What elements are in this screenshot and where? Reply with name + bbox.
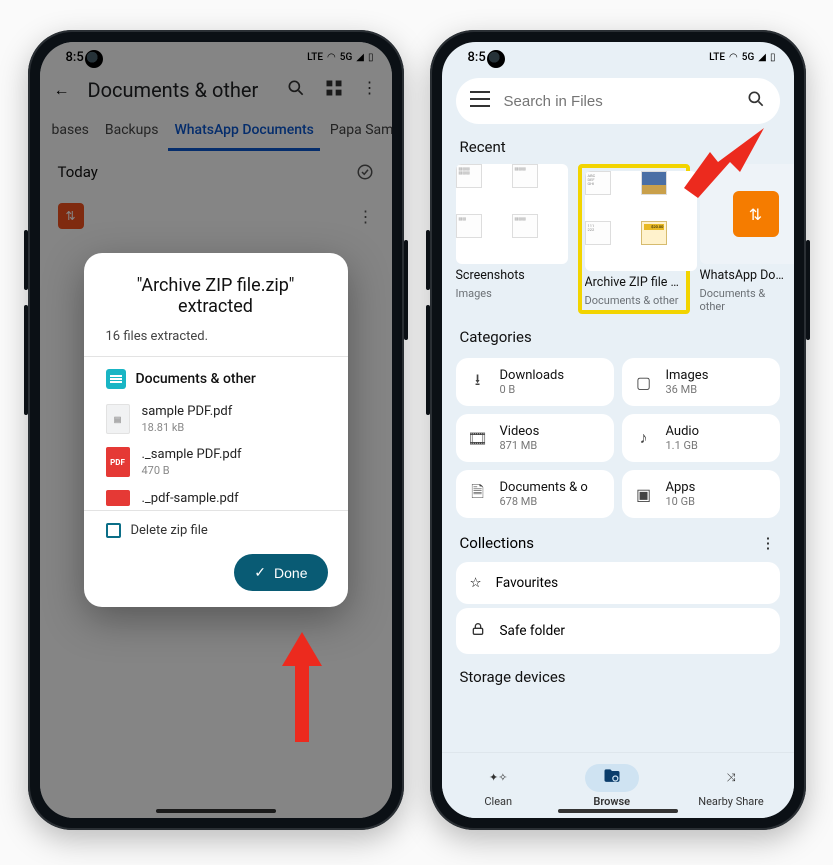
extraction-dialog: "Archive ZIP file.zip" extracted 16 file… — [84, 253, 348, 607]
category-name: Images — [666, 368, 709, 383]
category-size: 36 MB — [666, 383, 709, 396]
clock: 8:5 — [468, 50, 486, 65]
storage-devices-label: Storage devices — [442, 658, 794, 694]
nearby-share-icon: ⤨ — [727, 771, 736, 785]
documents-folder-icon — [106, 369, 126, 389]
file-size: 18.81 kB — [142, 421, 233, 434]
audio-icon: ♪ — [634, 428, 654, 448]
destination-label: Documents & other — [136, 371, 256, 387]
categories-label: Categories — [442, 314, 794, 354]
network-label: 5G — [742, 52, 755, 63]
hamburger-menu-icon[interactable] — [470, 91, 490, 111]
pdf-file-icon: ▤ — [106, 404, 130, 434]
category-downloads[interactable]: ⭳ Downloads0 B — [456, 358, 614, 406]
category-name: Documents & o — [500, 480, 588, 495]
done-button-label: Done — [274, 565, 307, 581]
battery-icon: ▯ — [770, 52, 776, 63]
carrier-label: LTE — [709, 52, 725, 63]
category-size: 0 B — [500, 383, 565, 396]
check-icon: ✓ — [254, 564, 266, 581]
category-size: 871 MB — [500, 439, 540, 452]
pdf-file-icon: PDF — [106, 447, 130, 477]
category-size: 1.1 GB — [666, 439, 699, 452]
search-bar[interactable] — [456, 78, 780, 124]
search-input[interactable] — [504, 93, 732, 110]
folder-search-icon — [602, 766, 622, 789]
more-icon[interactable]: ⋮ — [761, 534, 776, 552]
recent-item-name: Archive ZIP file (1) — [585, 275, 683, 290]
dialog-subtitle: 16 files extracted. — [84, 327, 348, 356]
category-documents[interactable]: 🗎 Documents & o678 MB — [456, 470, 614, 518]
download-icon: ⭳ — [468, 369, 488, 396]
category-size: 10 GB — [666, 495, 696, 508]
camera-hole-icon — [487, 50, 505, 68]
destination-row[interactable]: Documents & other — [84, 369, 348, 399]
list-item[interactable]: ._pdf-sample.pdf — [106, 485, 326, 506]
file-size: 470 B — [142, 464, 242, 477]
image-icon: ▢ — [634, 373, 654, 392]
recent-item-sub: Documents & other — [585, 294, 683, 307]
file-name: sample PDF.pdf — [142, 404, 233, 419]
phone-right: 8:5 LTE ◠ 5G ◢ ▯ Recent — [430, 30, 806, 830]
home-indicator[interactable] — [558, 809, 678, 813]
delete-zip-row[interactable]: Delete zip file — [84, 510, 348, 542]
category-name: Apps — [666, 480, 696, 495]
pdf-file-icon — [106, 490, 130, 506]
nav-clean[interactable]: ✦✧ Clean — [471, 764, 525, 808]
recent-item-screenshots[interactable]: ▤▤▤▤▤▤▤▤▤ ▤▤▤▤▤ Screenshots Images — [456, 164, 568, 314]
nav-label: Clean — [484, 795, 512, 808]
wifi-icon: ◠ — [729, 52, 738, 63]
recent-item-sub: Documents & other — [700, 287, 786, 313]
file-name: ._pdf-sample.pdf — [142, 491, 239, 506]
list-item[interactable]: ▤ sample PDF.pdf 18.81 kB — [106, 399, 326, 442]
apps-icon: ▣ — [634, 485, 654, 504]
favourites-label: Favourites — [496, 575, 558, 591]
search-icon[interactable] — [746, 89, 766, 113]
checkbox-icon[interactable] — [106, 523, 121, 538]
category-size: 678 MB — [500, 495, 588, 508]
recent-item-name: Screenshots — [456, 268, 568, 283]
nav-browse[interactable]: Browse — [585, 764, 639, 808]
thumbnail: ▤▤▤▤▤▤▤▤▤ ▤▤▤▤▤ — [456, 164, 568, 264]
status-icons: LTE ◠ 5G ◢ ▯ — [709, 52, 775, 63]
delete-zip-label: Delete zip file — [131, 523, 208, 538]
done-button[interactable]: ✓ Done — [234, 554, 327, 591]
recent-item-sub: Images — [456, 287, 568, 300]
thumbnail: ABCDEFGHI 111222 $20.00 — [585, 171, 697, 271]
recent-item-archive-zip[interactable]: ABCDEFGHI 111222 $20.00 Archive ZIP file… — [578, 164, 690, 314]
star-icon: ☆ — [470, 575, 482, 591]
document-icon: 🗎 — [468, 481, 488, 508]
camera-hole-icon — [85, 50, 103, 68]
phone-left: 8:5 LTE ◠ 5G ◢ ▯ ← Documents & other ⋮ — [28, 30, 404, 830]
screen-right: 8:5 LTE ◠ 5G ◢ ▯ Recent — [442, 42, 794, 818]
safe-folder-label: Safe folder — [500, 623, 565, 639]
nav-label: Browse — [593, 795, 630, 808]
sparkle-icon: ✦✧ — [489, 771, 507, 784]
file-name: ._sample PDF.pdf — [142, 447, 242, 462]
nav-nearby-share[interactable]: ⤨ Nearby Share — [698, 764, 763, 808]
category-name: Downloads — [500, 368, 565, 383]
list-item[interactable]: PDF ._sample PDF.pdf 470 B — [106, 442, 326, 485]
category-apps[interactable]: ▣ Apps10 GB — [622, 470, 780, 518]
lock-icon — [470, 621, 486, 641]
category-videos[interactable]: 🎞 Videos871 MB — [456, 414, 614, 462]
favourites-card[interactable]: ☆ Favourites — [456, 562, 780, 604]
annotation-arrow-icon — [272, 632, 332, 742]
collections-header: Collections ⋮ — [442, 524, 794, 558]
signal-icon: ◢ — [758, 52, 766, 63]
category-name: Audio — [666, 424, 699, 439]
extracted-files-list: ▤ sample PDF.pdf 18.81 kB PDF ._sample P… — [84, 399, 348, 506]
nav-label: Nearby Share — [698, 795, 763, 808]
collections-label: Collections — [460, 534, 535, 552]
video-icon: 🎞 — [468, 429, 488, 448]
annotation-arrow-icon — [684, 128, 764, 198]
categories-grid: ⭳ Downloads0 B ▢ Images36 MB 🎞 Videos871… — [442, 354, 794, 524]
category-name: Videos — [500, 424, 540, 439]
category-images[interactable]: ▢ Images36 MB — [622, 358, 780, 406]
screen-left: 8:5 LTE ◠ 5G ◢ ▯ ← Documents & other ⋮ — [40, 42, 392, 818]
dialog-title: "Archive ZIP file.zip" extracted — [84, 275, 348, 327]
recent-item-name: WhatsApp Docum… — [700, 268, 786, 283]
category-audio[interactable]: ♪ Audio1.1 GB — [622, 414, 780, 462]
safe-folder-card[interactable]: Safe folder — [456, 608, 780, 654]
